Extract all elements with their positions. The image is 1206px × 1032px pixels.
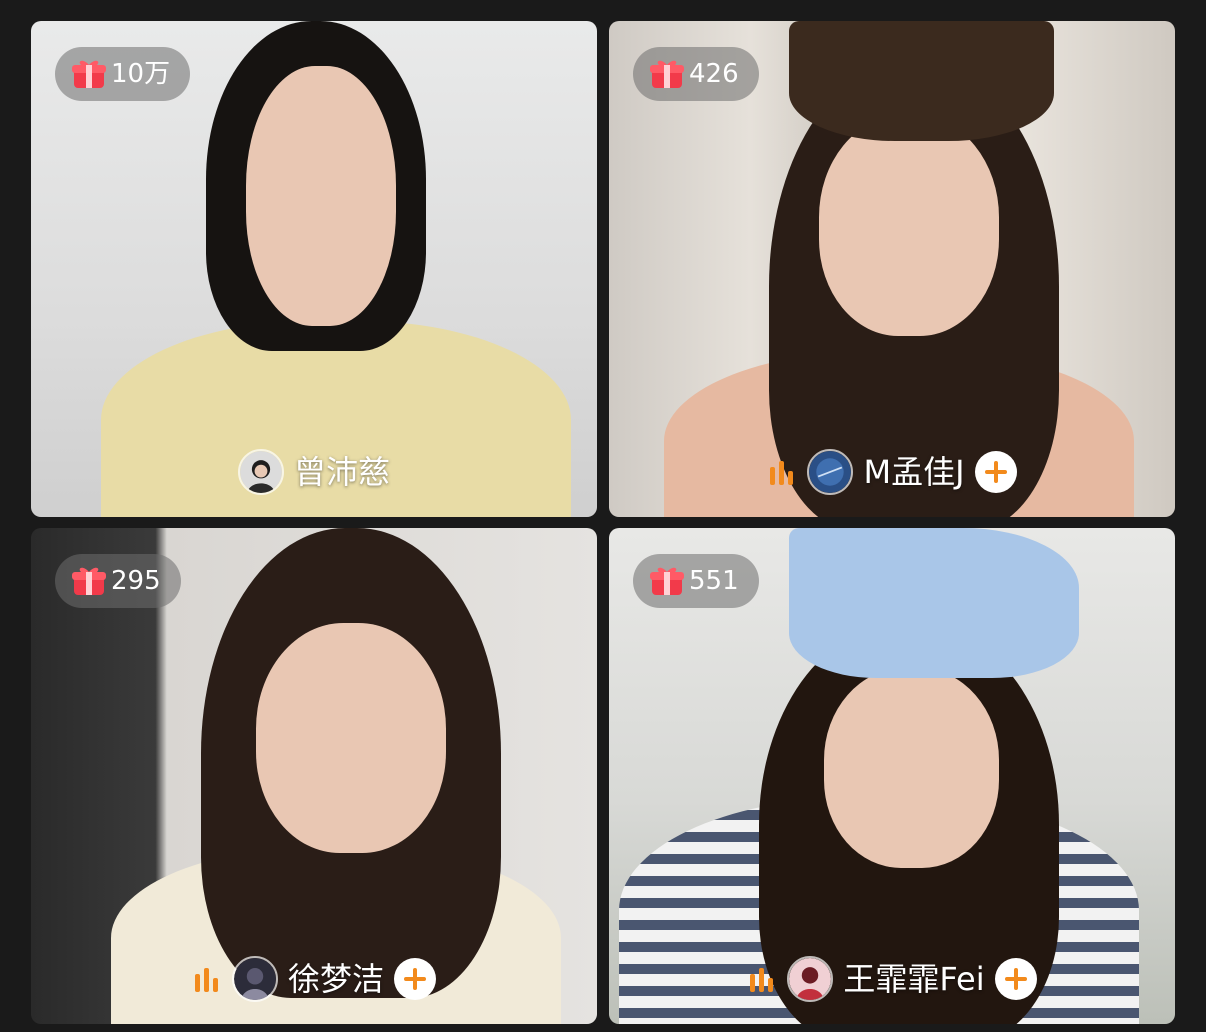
- streamer-avatar[interactable]: [807, 449, 854, 495]
- video-feed-face: [256, 623, 446, 853]
- streamer-avatar[interactable]: [787, 956, 834, 1002]
- gift-count-badge[interactable]: 295: [55, 554, 181, 608]
- gift-count: 426: [689, 59, 739, 89]
- video-tile-1[interactable]: 10万 曾沛慈: [31, 21, 597, 517]
- video-feed-face: [819, 116, 999, 336]
- audio-bars-icon: [770, 461, 794, 485]
- streamer-avatar[interactable]: [231, 956, 278, 1002]
- video-feed-face: [824, 668, 999, 868]
- streamer-name: 王霏霏Fei: [843, 960, 985, 998]
- streamer-name: M孟佳J: [863, 453, 965, 491]
- streamer-name-bar: 王霏霏Fei: [609, 956, 1175, 1002]
- video-feed-headscarf: [789, 21, 1054, 141]
- gift-count: 10万: [111, 59, 171, 89]
- video-tile-4[interactable]: 551 王霏霏Fei: [609, 528, 1175, 1024]
- follow-button[interactable]: [974, 451, 1017, 493]
- gift-count: 551: [689, 566, 739, 596]
- streamer-name-bar: 徐梦洁: [31, 956, 597, 1002]
- streamer-name-bar: M孟佳J: [609, 449, 1175, 495]
- video-feed-cap: [789, 528, 1079, 678]
- video-feed-face: [246, 66, 396, 326]
- streamer-name-bar: 曾沛慈: [31, 449, 597, 495]
- gift-count-badge[interactable]: 10万: [55, 47, 191, 101]
- gift-count: 295: [111, 566, 161, 596]
- gift-count-badge[interactable]: 426: [633, 47, 759, 101]
- gift-icon: [650, 60, 684, 88]
- streamer-name: 徐梦洁: [287, 960, 384, 998]
- gift-icon: [72, 567, 106, 595]
- plus-icon: [1004, 968, 1027, 990]
- gift-icon: [650, 567, 684, 595]
- plus-icon: [404, 968, 426, 990]
- follow-button[interactable]: [994, 958, 1037, 1000]
- gift-icon: [72, 60, 106, 88]
- follow-button[interactable]: [394, 958, 436, 1000]
- plus-icon: [984, 461, 1007, 483]
- audio-bars-icon: [194, 968, 218, 992]
- streamer-avatar[interactable]: [237, 449, 284, 495]
- video-tile-2[interactable]: 426 M孟佳J: [609, 21, 1175, 517]
- streamer-name: 曾沛慈: [293, 453, 390, 491]
- audio-bars-icon: [750, 968, 774, 992]
- video-tile-3[interactable]: 295 徐梦洁: [31, 528, 597, 1024]
- gift-count-badge[interactable]: 551: [633, 554, 759, 608]
